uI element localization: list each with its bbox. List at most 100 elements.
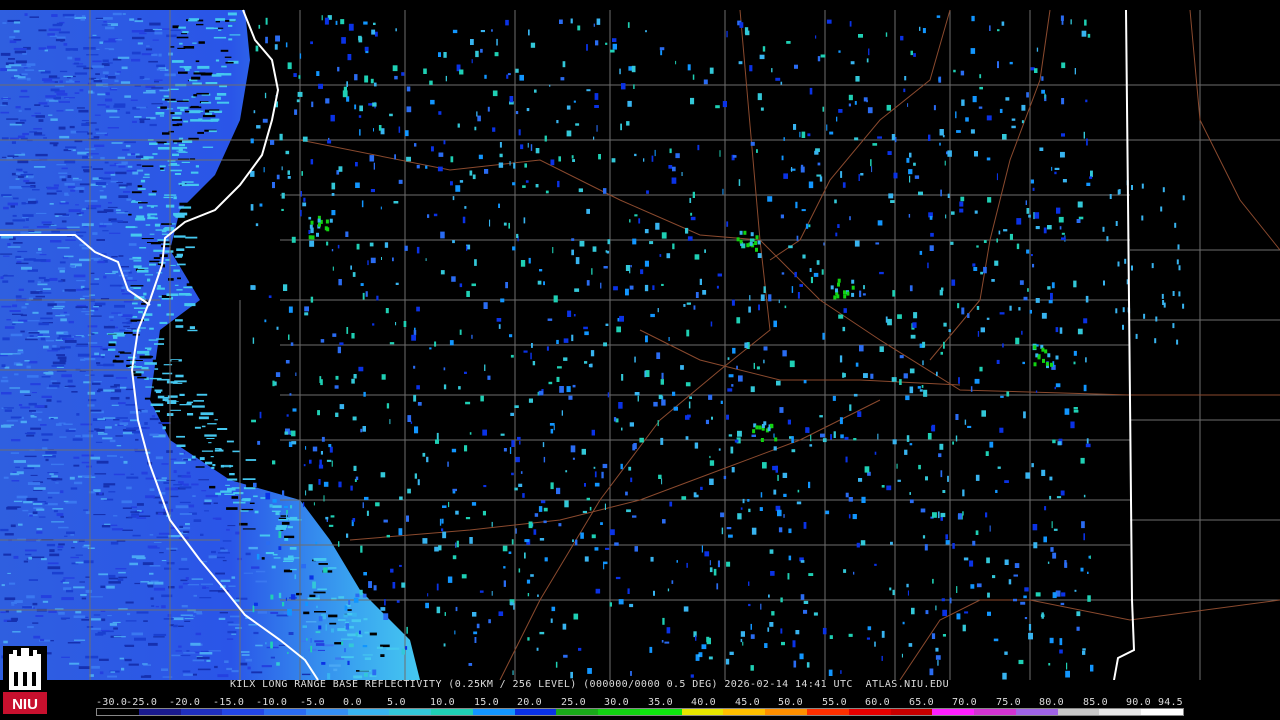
echo-pixel (274, 44, 278, 50)
echo-streak (7, 572, 11, 574)
echo-pixel (760, 107, 764, 111)
echo-pixel (1035, 592, 1041, 597)
echo-pixel (844, 436, 849, 440)
echo-pixel (1085, 99, 1088, 103)
echo-streak (195, 632, 202, 636)
echo-streak (109, 439, 116, 443)
echo-pixel (276, 174, 280, 180)
echo-streak (3, 407, 14, 409)
echo-pixel (1059, 226, 1062, 230)
echo-pixel (976, 306, 980, 310)
echo-pixel (335, 375, 339, 380)
echo-pixel (1045, 361, 1049, 366)
echo-streak (66, 226, 80, 228)
echo-streak (112, 360, 124, 363)
echo-streak (195, 165, 199, 168)
echo-streak (166, 293, 179, 296)
echo-streak (167, 101, 177, 103)
echo-streak (180, 614, 193, 616)
echo-pixel (455, 542, 457, 548)
echo-streak (115, 568, 127, 570)
echo-streak (251, 566, 260, 569)
echo-streak (65, 239, 76, 241)
echo-pixel (1070, 19, 1072, 25)
echo-pixel (777, 509, 782, 517)
echo-pixel (629, 603, 634, 608)
echo-pixel (325, 98, 330, 104)
echo-streak (76, 213, 81, 215)
echo-pixel (787, 573, 790, 580)
echo-streak (168, 278, 174, 281)
echo-streak (73, 464, 80, 467)
echo-streak (27, 320, 40, 322)
echo-pixel (727, 357, 730, 360)
echo-pixel (897, 314, 902, 319)
echo-pixel (252, 605, 255, 613)
echo-pixel (491, 521, 493, 527)
echo-pixel (744, 342, 749, 349)
echo-streak (315, 643, 325, 646)
echo-streak (108, 577, 118, 580)
echo-pixel (783, 493, 787, 497)
echo-streak (18, 170, 23, 172)
echo-pixel (877, 433, 879, 440)
echo-pixel (294, 109, 298, 115)
echo-streak (174, 284, 179, 286)
echo-pixel (491, 591, 493, 596)
echo-pixel (512, 670, 514, 675)
echo-pixel (607, 239, 611, 245)
echo-pixel (997, 29, 1000, 32)
echo-streak (247, 666, 251, 670)
echo-streak (74, 639, 86, 641)
echo-pixel (952, 543, 955, 549)
echo-pixel (690, 674, 694, 678)
echo-streak (108, 581, 121, 584)
echo-streak (105, 92, 110, 96)
echo-pixel (401, 582, 406, 588)
echo-pixel (316, 71, 320, 76)
echo-streak (134, 637, 146, 641)
echo-pixel (875, 242, 880, 245)
echo-pixel (709, 567, 713, 573)
echo-streak (66, 589, 74, 593)
echo-pixel (338, 541, 340, 547)
scale-label: 35.0 (648, 697, 673, 708)
echo-pixel (395, 282, 399, 285)
echo-pixel (503, 566, 506, 569)
echo-streak (173, 461, 186, 464)
echo-streak (148, 339, 158, 341)
echo-pixel (887, 318, 892, 326)
echo-pixel (598, 154, 601, 160)
echo-streak (192, 495, 196, 497)
echo-streak (216, 93, 227, 96)
echo-streak (200, 412, 214, 416)
echo-pixel (524, 552, 526, 559)
echo-pixel (715, 105, 720, 109)
echo-streak (175, 374, 184, 378)
echo-pixel (470, 39, 474, 45)
echo-pixel (253, 482, 257, 487)
echo-streak (69, 265, 75, 268)
echo-streak (75, 345, 88, 347)
echo-pixel (662, 617, 665, 625)
echo-pixel (1009, 61, 1013, 65)
echo-pixel (566, 105, 571, 110)
echo-pixel (794, 64, 798, 69)
echo-streak (32, 503, 43, 505)
echo-pixel (370, 257, 376, 264)
echo-streak (50, 88, 60, 92)
scale-label: -30.0 (96, 697, 128, 708)
echo-pixel (498, 203, 500, 208)
echo-pixel (587, 668, 592, 674)
echo-pixel (791, 436, 794, 443)
echo-streak (182, 670, 191, 673)
echo-pixel (297, 91, 303, 97)
echo-streak (204, 453, 211, 455)
echo-pixel (958, 513, 962, 520)
echo-streak (309, 594, 316, 598)
echo-pixel (275, 372, 281, 377)
echo-pixel (545, 190, 549, 194)
echo-pixel (464, 206, 467, 209)
echo-pixel (484, 364, 486, 371)
echo-pixel (268, 295, 272, 298)
